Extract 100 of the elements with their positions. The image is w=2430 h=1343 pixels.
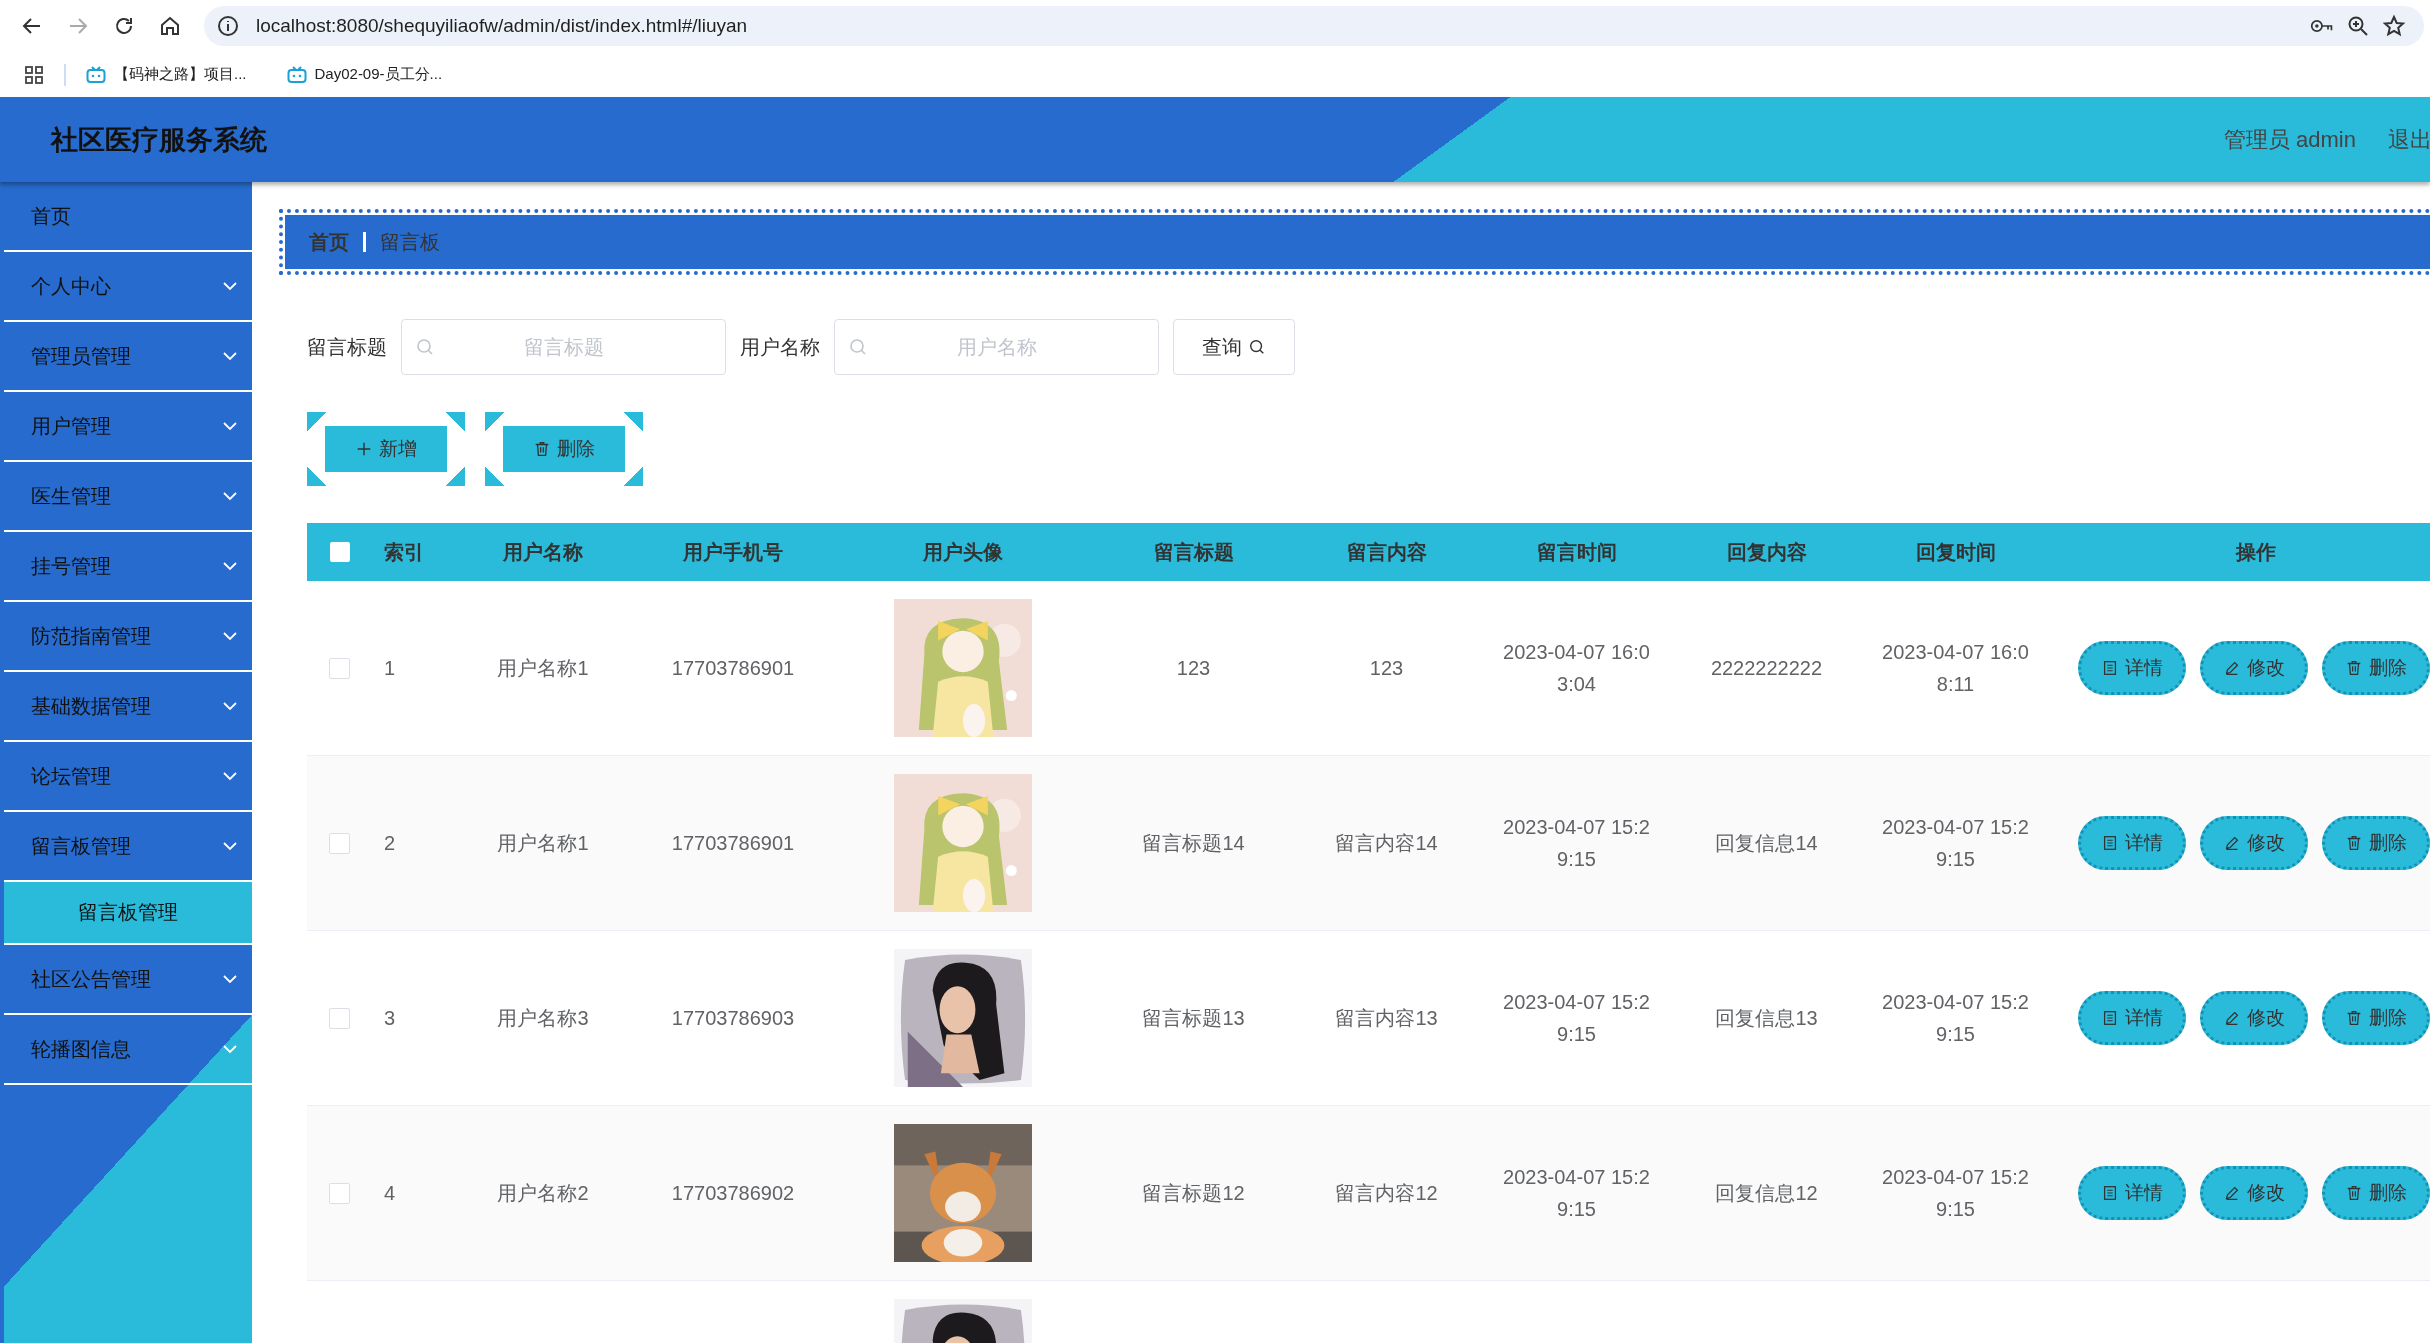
delete-button[interactable]: 删除 <box>2322 816 2430 870</box>
table-cell-text: 回复信息13 <box>1715 1005 1818 1031</box>
row-checkbox[interactable] <box>329 657 350 679</box>
star-icon[interactable] <box>2382 14 2406 38</box>
table-cell-text: 2023-04-07 16:08:11 <box>1881 640 2030 697</box>
search-field[interactable]: 留言标题 <box>401 319 726 375</box>
logout-link[interactable]: 退出 <box>2388 124 2430 155</box>
table-cell: 123 <box>1369 656 1404 680</box>
chevron-down-icon <box>222 421 238 431</box>
menu-item[interactable]: 防范指南管理 <box>4 602 252 672</box>
info-icon[interactable] <box>216 14 240 38</box>
query-button[interactable]: 查询 <box>1173 319 1295 375</box>
table-cell-text: 留言内容12 <box>1335 1180 1438 1206</box>
document-icon <box>2101 659 2119 677</box>
menu-item[interactable]: 个人中心 <box>4 252 252 322</box>
column-header: 留言标题 <box>1153 539 1234 565</box>
details-button[interactable]: 详情 <box>2078 1166 2186 1220</box>
table-cell-text: 留言内容14 <box>1335 830 1438 856</box>
search-icon <box>1248 338 1266 356</box>
trash-icon <box>2345 1009 2363 1027</box>
submenu-item[interactable]: 留言板管理 <box>4 882 252 945</box>
table-cell-text: 2023-04-07 15:29:15 <box>1881 990 2030 1047</box>
row-checkbox[interactable] <box>329 832 350 854</box>
tv-icon <box>86 65 106 84</box>
chevron-down-icon <box>222 351 238 361</box>
address-bar[interactable]: localhost:8080/shequyiliaofw/admin/dist/index.html#/liuyan <box>204 6 2424 46</box>
column-header: 留言时间 <box>1536 539 1617 565</box>
table-cell: 123 <box>1176 656 1211 680</box>
select-all-checkbox[interactable] <box>329 542 350 562</box>
table-cell-text: 2023-04-07 15:29:15 <box>1881 1165 2030 1222</box>
table-cell-text: 用户名称3 <box>497 1005 589 1031</box>
delete-button[interactable]: 删除 <box>2322 1166 2430 1220</box>
document-icon <box>2101 1184 2119 1202</box>
menu-item[interactable]: 社区公告管理 <box>4 945 252 1015</box>
column-header: 回复内容 <box>1726 539 1807 565</box>
menu-item[interactable]: 轮播图信息 <box>4 1015 252 1085</box>
user-name: 管理员 admin <box>2223 125 2356 154</box>
table-cell-text: 回复信息12 <box>1715 1180 1818 1206</box>
trash-icon <box>2345 834 2363 852</box>
table-cell: 17703786902 <box>671 1181 795 1205</box>
table-cell-text: 2023-04-07 16:03:04 <box>1502 640 1651 697</box>
table-cell-text: 留言标题12 <box>1142 1180 1245 1206</box>
column-header: 回复时间 <box>1915 539 1996 565</box>
table-cell: 17703786901 <box>671 831 795 855</box>
home-icon[interactable] <box>158 14 182 38</box>
apps-icon[interactable] <box>24 64 44 85</box>
chevron-down-icon <box>222 561 238 571</box>
bookmark-link[interactable]: Day02-09-员工分... <box>286 65 443 84</box>
table-cell-text: 用户名称1 <box>497 655 589 681</box>
search-icon <box>415 337 435 357</box>
table-cell-text: 2023-04-07 15:29:15 <box>1502 1165 1651 1222</box>
column-header: 用户头像 <box>922 539 1003 565</box>
details-button[interactable]: 详情 <box>2078 816 2186 870</box>
table-cell-text: 用户名称1 <box>497 830 589 856</box>
tv-icon <box>286 65 307 84</box>
table-cell-text: 用户名称2 <box>497 1180 589 1206</box>
table-cell-text: 留言标题14 <box>1142 830 1245 856</box>
menu-item[interactable]: 挂号管理 <box>4 532 252 602</box>
details-button[interactable]: 详情 <box>2078 641 2186 695</box>
search-icon <box>848 337 868 357</box>
table-cell: 2222222222 <box>1710 656 1823 680</box>
menu-item[interactable]: 医生管理 <box>4 462 252 532</box>
edit-button[interactable]: 修改 <box>2200 816 2308 870</box>
pencil-icon <box>2223 659 2241 677</box>
column-header: 用户名称 <box>503 539 583 565</box>
trash-icon <box>2345 1184 2363 1202</box>
row-checkbox[interactable] <box>329 1007 350 1029</box>
menu-item[interactable]: 论坛管理 <box>4 742 252 812</box>
table-cell-text: 留言内容13 <box>1335 1005 1438 1031</box>
menu-item[interactable]: 用户管理 <box>4 392 252 462</box>
zoom-icon[interactable] <box>2346 14 2370 38</box>
chevron-down-icon <box>222 1044 238 1054</box>
table-cell-text: 回复信息14 <box>1715 830 1818 856</box>
table-cell-text: 2023-04-07 15:29:15 <box>1502 815 1651 872</box>
edit-button[interactable]: 修改 <box>2200 1166 2308 1220</box>
chevron-down-icon <box>222 974 238 984</box>
delete-button[interactable]: 删除 <box>2322 641 2430 695</box>
column-header: 操作 <box>2236 539 2276 565</box>
menu-item[interactable]: 管理员管理 <box>4 322 252 392</box>
search-field[interactable]: 用户名称 <box>834 319 1159 375</box>
chevron-down-icon <box>222 701 238 711</box>
menu-item[interactable]: 基础数据管理 <box>4 672 252 742</box>
details-button[interactable]: 详情 <box>2078 991 2186 1045</box>
table-cell: 4 <box>384 1181 396 1205</box>
bookmark-link[interactable]: 【码神之路】项目... <box>86 65 247 84</box>
edit-button[interactable]: 修改 <box>2200 991 2308 1045</box>
filter-label: 用户名称 <box>740 334 820 360</box>
delete-button[interactable]: 删除 <box>2322 991 2430 1045</box>
edit-button[interactable]: 修改 <box>2200 641 2308 695</box>
filter-label: 留言标题 <box>307 334 387 360</box>
row-checkbox[interactable] <box>329 1182 350 1204</box>
add-button[interactable]: 新增 <box>307 412 465 486</box>
pencil-icon <box>2223 1009 2241 1027</box>
menu-item[interactable]: 首页 <box>4 182 252 252</box>
column-header: 索引 <box>384 539 424 565</box>
chevron-down-icon <box>222 631 238 641</box>
delete-button[interactable]: 删除 <box>485 412 643 486</box>
chevron-down-icon <box>222 771 238 781</box>
app-title: 社区医疗服务系统 <box>51 123 267 157</box>
trash-icon <box>2345 659 2363 677</box>
